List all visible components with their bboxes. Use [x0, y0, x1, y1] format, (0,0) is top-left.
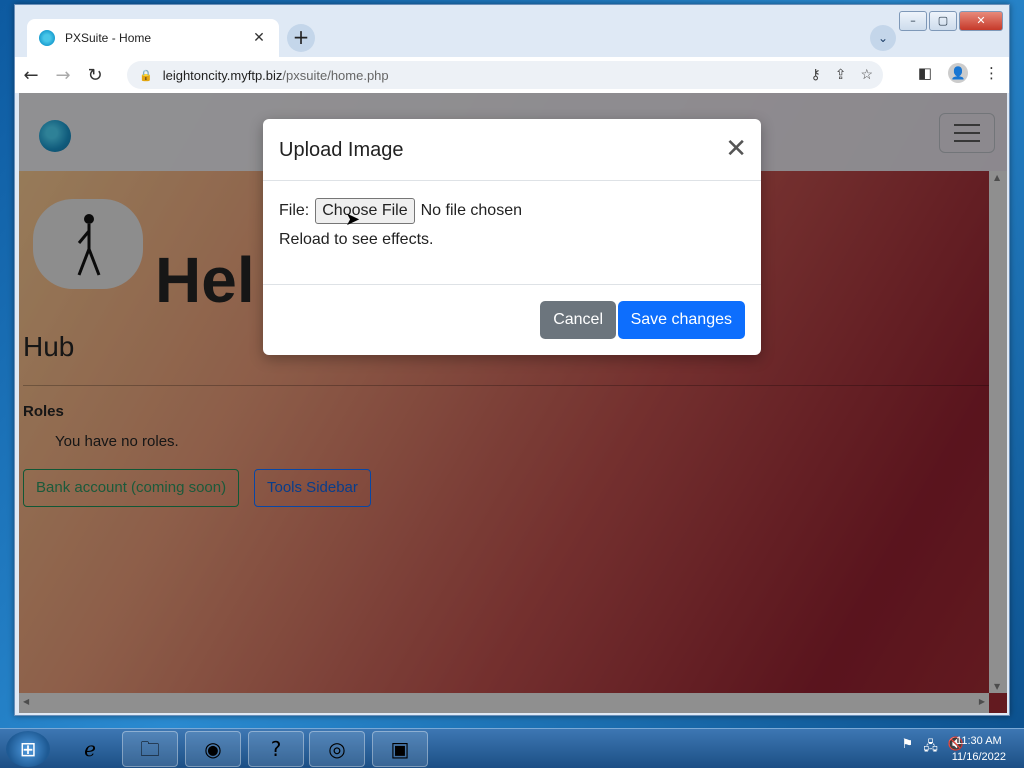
start-button[interactable]: ⊞ — [6, 731, 50, 767]
side-panel-icon[interactable]: ◧ — [918, 64, 932, 82]
clock-date: 11/16/2022 — [951, 751, 1006, 763]
back-arrow-icon[interactable]: ← — [15, 65, 47, 86]
save-changes-button[interactable]: Save changes — [617, 301, 745, 339]
browser-window: PXSuite - Home ✕ + ⌄ – ▢ ✕ ← → ↻ 🔒 leigh… — [14, 4, 1010, 716]
file-explorer-icon[interactable]: 🗀 — [122, 731, 178, 767]
window-controls: – ▢ ✕ — [899, 11, 1003, 31]
flag-icon[interactable]: ⚑ — [902, 737, 914, 759]
tab-close-icon[interactable]: ✕ — [251, 30, 267, 46]
browser-tab[interactable]: PXSuite - Home ✕ — [27, 19, 279, 57]
clock[interactable]: 11:30 AM 11/16/2022 — [952, 733, 1006, 765]
bookmark-star-icon[interactable]: ☆ — [860, 66, 873, 83]
help-icon[interactable]: ? — [248, 731, 304, 767]
file-input: File: Choose File No file chosen — [279, 198, 522, 224]
maximize-button[interactable]: ▢ — [929, 11, 957, 31]
forward-arrow-icon[interactable]: → — [47, 65, 79, 86]
share-icon[interactable]: ⇪ — [835, 66, 847, 83]
tab-search-button[interactable]: ⌄ — [870, 25, 896, 51]
upload-image-modal: Upload Image ✕ File: Choose File No file… — [263, 119, 761, 355]
site-favicon-icon — [39, 30, 55, 46]
profile-avatar-icon[interactable]: 👤 — [948, 63, 968, 83]
tab-strip: PXSuite - Home ✕ + ⌄ – ▢ ✕ — [15, 5, 1009, 57]
internet-explorer-icon[interactable]: ℯ — [62, 731, 118, 767]
key-icon[interactable]: ⚷ — [810, 66, 820, 83]
reload-note: Reload to see effects. — [279, 231, 434, 248]
mouse-cursor-icon: ➤ — [345, 209, 361, 230]
url-host: leightoncity.myftp.biz — [162, 67, 283, 83]
browser-toolbar: ← → ↻ 🔒 leightoncity.myftp.biz /pxsuite/… — [15, 57, 1009, 93]
modal-footer: Cancel Save changes — [263, 285, 761, 355]
new-tab-button[interactable]: + — [287, 24, 315, 52]
network-icon[interactable]: 🖧 — [923, 737, 938, 759]
clock-time: 11:30 AM — [956, 735, 1002, 747]
close-icon[interactable]: ✕ — [725, 135, 747, 161]
lock-icon[interactable]: 🔒 — [139, 69, 153, 82]
taskbar: ⊞ ℯ 🗀 ◉ ? ◎ ▣ ⚑ 🖧 🔇 11:30 AM 11/16/2022 — [0, 728, 1024, 768]
menu-kebab-icon[interactable]: ⋮ — [984, 64, 999, 82]
address-bar[interactable]: 🔒 leightoncity.myftp.biz /pxsuite/home.p… — [127, 61, 883, 89]
modal-header: Upload Image ✕ — [263, 119, 761, 181]
reload-icon[interactable]: ↻ — [79, 65, 111, 86]
url-path: /pxsuite/home.php — [282, 67, 389, 83]
minimize-button[interactable]: – — [899, 11, 927, 31]
close-window-button[interactable]: ✕ — [959, 11, 1003, 31]
choose-file-button[interactable]: Choose File — [315, 198, 415, 224]
tab-title: PXSuite - Home — [65, 31, 152, 45]
file-label: File: — [279, 202, 310, 219]
modal-body: File: Choose File No file chosen Reload … — [263, 181, 761, 285]
chrome-icon[interactable]: ◉ — [185, 731, 241, 767]
toolbox-icon[interactable]: ▣ — [372, 731, 428, 767]
modal-title: Upload Image — [279, 139, 404, 161]
file-status: No file chosen — [420, 202, 522, 219]
firefox-icon[interactable]: ◎ — [309, 731, 365, 767]
cancel-button[interactable]: Cancel — [540, 301, 616, 339]
